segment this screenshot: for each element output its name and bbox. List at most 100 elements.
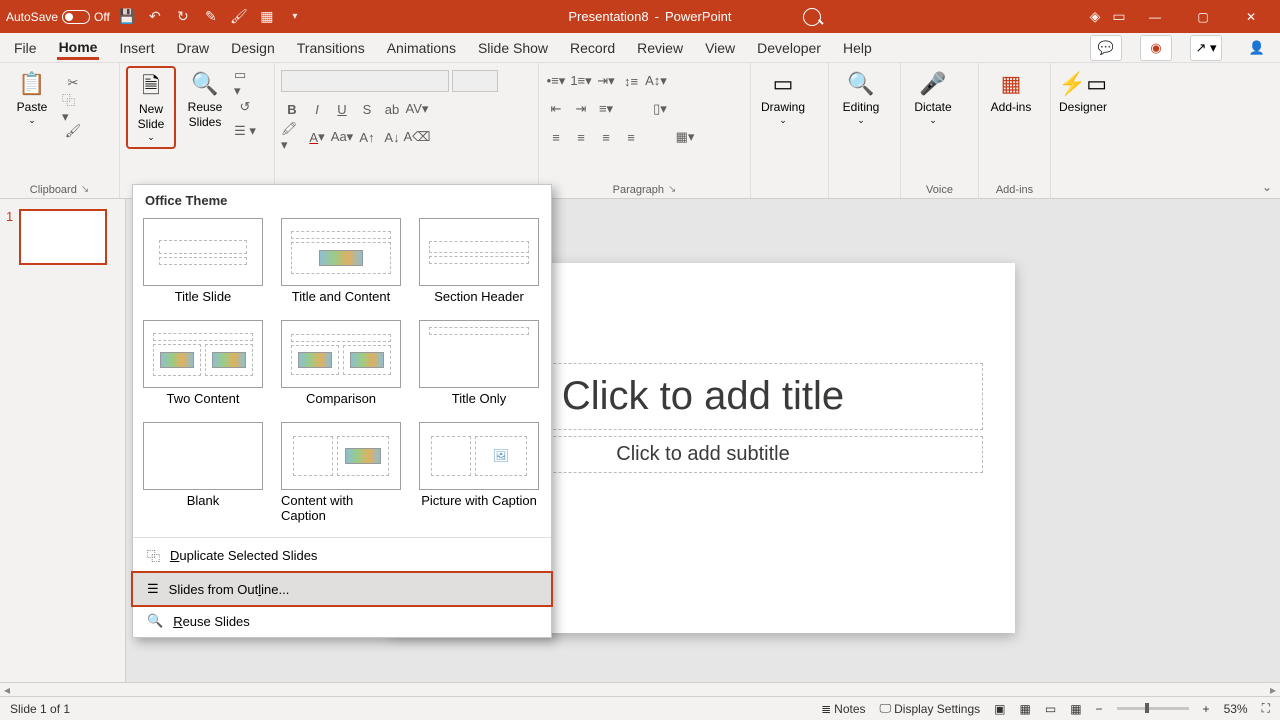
font-family-input[interactable] <box>281 70 449 92</box>
reading-view-icon[interactable]: ▭ <box>1045 702 1056 716</box>
tab-developer[interactable]: Developer <box>755 36 823 60</box>
dec-indent-icon[interactable]: ⇤ <box>545 98 567 120</box>
text-direction-icon[interactable]: A↕▾ <box>645 70 667 92</box>
touch-mode-icon[interactable]: ✎ <box>200 6 222 28</box>
highlight-icon[interactable]: 🖍▾ <box>281 126 303 148</box>
normal-view-icon[interactable]: ▣ <box>994 702 1005 716</box>
layout-comparison[interactable]: Comparison <box>281 320 401 406</box>
horizontal-scrollbar[interactable]: ◂▸ <box>0 682 1280 696</box>
new-slide-button[interactable]: 🗎 New Slide⌄ <box>126 66 176 149</box>
tab-transitions[interactable]: Transitions <box>295 36 367 60</box>
designer-button[interactable]: ⚡▭Designer <box>1057 66 1109 119</box>
dictate-button[interactable]: 🎤Dictate⌄ <box>907 66 959 130</box>
layout-two-content[interactable]: Two Content <box>143 320 263 406</box>
close-button[interactable]: ✕ <box>1228 0 1274 33</box>
smartart-icon[interactable]: ▦▾ <box>674 126 696 148</box>
duplicate-slides-item[interactable]: ⿻Duplicate Selected Slides <box>133 538 551 573</box>
tab-home[interactable]: Home <box>57 35 100 60</box>
tab-record[interactable]: Record <box>568 36 617 60</box>
tab-slideshow[interactable]: Slide Show <box>476 36 550 60</box>
slideshow-view-icon[interactable]: ▦ <box>1070 702 1081 716</box>
tab-review[interactable]: Review <box>635 36 685 60</box>
addins-button[interactable]: ▦Add-ins <box>985 66 1037 119</box>
layout-content-caption[interactable]: Content with Caption <box>281 422 401 523</box>
tab-insert[interactable]: Insert <box>117 36 156 60</box>
comments-button[interactable]: 💬 <box>1090 35 1122 61</box>
strike-icon[interactable]: S <box>356 98 378 120</box>
zoom-in-button[interactable]: + <box>1203 702 1210 716</box>
format-painter-icon[interactable]: 🖌 <box>62 120 84 142</box>
zoom-level[interactable]: 53% <box>1224 702 1248 716</box>
font-size-input[interactable] <box>452 70 498 92</box>
change-case-icon[interactable]: Aa▾ <box>331 126 353 148</box>
share-button[interactable]: ↗ ▾ <box>1190 35 1222 61</box>
underline-icon[interactable]: U <box>331 98 353 120</box>
layout-title-slide[interactable]: Title Slide <box>143 218 263 304</box>
paragraph-launcher-icon[interactable]: ↘ <box>668 184 676 196</box>
zoom-slider[interactable] <box>1117 707 1189 710</box>
justify-icon[interactable]: ≡ <box>620 126 642 148</box>
sorter-view-icon[interactable]: ▦ <box>1020 702 1031 716</box>
slides-from-outline-item[interactable]: ☰Slides from Outline... <box>131 571 553 607</box>
search-icon[interactable] <box>803 8 821 26</box>
redo-icon[interactable]: ↻ <box>172 6 194 28</box>
maximize-button[interactable]: ▢ <box>1180 0 1226 33</box>
layout-picture-caption[interactable]: 🖼Picture with Caption <box>419 422 539 523</box>
bullets-icon[interactable]: •≡▾ <box>545 70 567 92</box>
reuse-slides-item[interactable]: 🔍Reuse Slides <box>133 605 551 637</box>
list-level-icon[interactable]: ⇥▾ <box>595 70 617 92</box>
align-left-icon[interactable]: ≡ <box>545 126 567 148</box>
tab-help[interactable]: Help <box>841 36 874 60</box>
layout-section-header[interactable]: Section Header <box>419 218 539 304</box>
align-vertical-icon[interactable]: ▯▾ <box>649 98 671 120</box>
reset-icon[interactable]: ↺ <box>234 96 256 118</box>
clipboard-launcher-icon[interactable]: ↘ <box>81 184 89 196</box>
notes-button[interactable]: ≣Notes <box>821 702 865 716</box>
ribbon-display-icon[interactable]: ▭ <box>1108 6 1130 28</box>
editing-button[interactable]: 🔍Editing⌄ <box>835 66 887 130</box>
tab-file[interactable]: File <box>12 36 39 60</box>
inc-indent-icon[interactable]: ⇥ <box>570 98 592 120</box>
collapse-ribbon-icon[interactable]: ⌄ <box>1262 180 1272 194</box>
tab-design[interactable]: Design <box>229 36 277 60</box>
paste-button[interactable]: 📋 Paste⌄ <box>6 66 58 130</box>
clear-format-icon[interactable]: A⌫ <box>406 126 428 148</box>
tab-view[interactable]: View <box>703 36 737 60</box>
slide-thumbnail-1[interactable] <box>19 209 107 265</box>
drawing-button[interactable]: ▭Drawing⌄ <box>757 66 809 130</box>
font-color-icon[interactable]: A▾ <box>306 126 328 148</box>
numbering-icon[interactable]: 1≡▾ <box>570 70 592 92</box>
minimize-button[interactable]: — <box>1132 0 1178 33</box>
line-spacing-icon[interactable]: ↕≡ <box>620 70 642 92</box>
layout-blank[interactable]: Blank <box>143 422 263 523</box>
align-right-icon[interactable]: ≡ <box>595 126 617 148</box>
grow-font-icon[interactable]: A↑ <box>356 126 378 148</box>
copy-icon[interactable]: ⿻ ▾ <box>62 96 84 118</box>
bold-icon[interactable]: B <box>281 98 303 120</box>
shadow-icon[interactable]: ab <box>381 98 403 120</box>
tab-animations[interactable]: Animations <box>385 36 458 60</box>
diamond-icon[interactable]: ◈ <box>1084 6 1106 28</box>
layout-title-content[interactable]: Title and Content <box>281 218 401 304</box>
char-spacing-icon[interactable]: AV▾ <box>406 98 428 120</box>
camera-button[interactable]: ◉ <box>1140 35 1172 61</box>
start-show-icon[interactable]: ▦ <box>256 6 278 28</box>
reuse-slides-button[interactable]: 🔍 Reuse Slides <box>180 66 230 134</box>
qat-more-icon[interactable]: ▾ <box>284 6 306 28</box>
tab-draw[interactable]: Draw <box>174 36 211 60</box>
align-text-icon[interactable]: ≡▾ <box>595 98 617 120</box>
layout-title-only[interactable]: Title Only <box>419 320 539 406</box>
save-icon[interactable]: 💾 <box>116 6 138 28</box>
autosave-toggle[interactable]: AutoSave Off <box>6 10 110 24</box>
shrink-font-icon[interactable]: A↓ <box>381 126 403 148</box>
section-icon[interactable]: ☰ ▾ <box>234 120 256 142</box>
italic-icon[interactable]: I <box>306 98 328 120</box>
zoom-out-button[interactable]: − <box>1096 702 1103 716</box>
layout-icon[interactable]: ▭ ▾ <box>234 72 256 94</box>
align-center-icon[interactable]: ≡ <box>570 126 592 148</box>
fit-to-window-icon[interactable]: ⛶ <box>1262 701 1270 716</box>
undo-icon[interactable]: ↶ <box>144 6 166 28</box>
brush-icon[interactable]: 🖌 <box>228 6 250 28</box>
account-icon[interactable]: 👤 <box>1246 37 1268 59</box>
display-settings-button[interactable]: 🖵Display Settings <box>880 701 981 716</box>
